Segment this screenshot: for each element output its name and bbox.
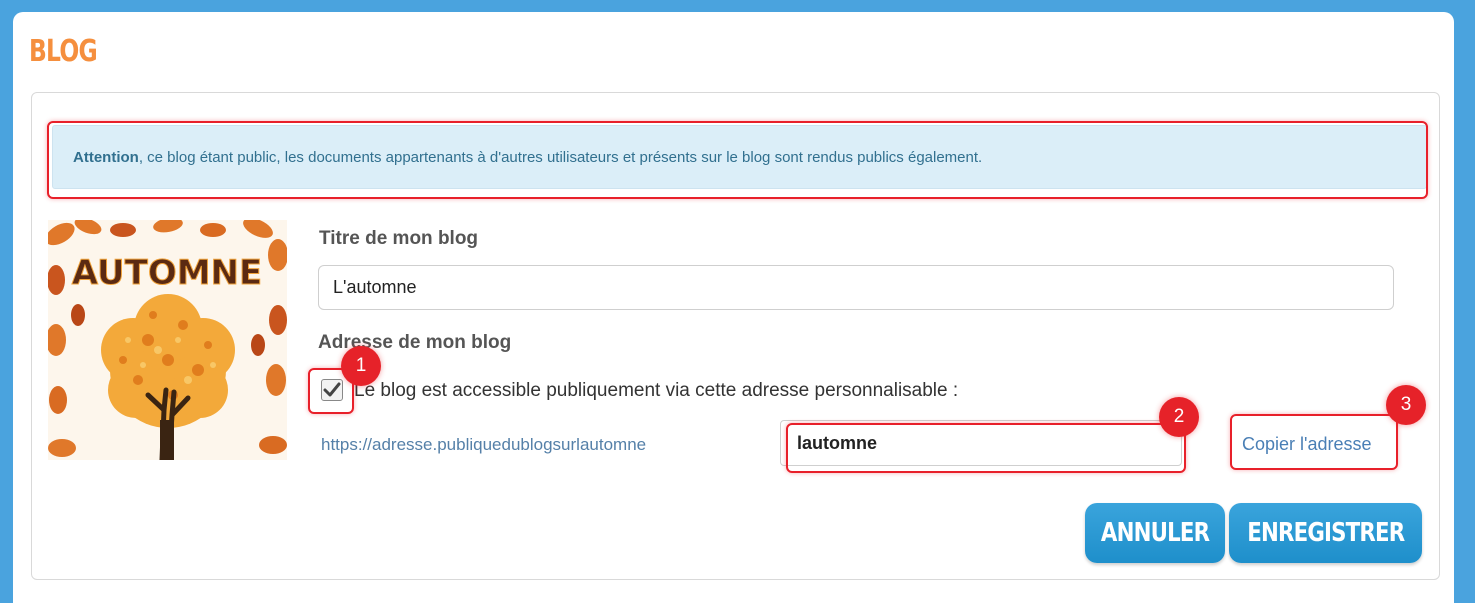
annotation-badge-3: 3 — [1386, 385, 1426, 425]
annotation-badge-1: 1 — [341, 346, 381, 386]
title-label: Titre de mon blog — [319, 228, 479, 249]
blog-settings-card: Attention, ce blog étant public, les doc… — [31, 92, 1440, 580]
highlight-copy — [1230, 414, 1398, 470]
autumn-tree-image: AUTOMNE — [48, 220, 287, 460]
highlight-alert — [47, 121, 1428, 199]
save-button[interactable]: ENREGISTRER — [1229, 503, 1422, 563]
page-title: BLOG — [29, 34, 98, 69]
thumbnail-word: AUTOMNE — [72, 253, 263, 293]
cancel-button[interactable]: ANNULER — [1085, 503, 1225, 563]
blog-url-prefix: https://adresse.publiquedublogsurlautomn… — [321, 435, 647, 454]
public-checkbox-label: Le blog est accessible publiquement via … — [354, 380, 959, 401]
cancel-button-label: ANNULER — [1100, 518, 1210, 548]
blog-title-input[interactable]: L'automne — [318, 265, 1394, 310]
annotation-badge-2: 2 — [1159, 397, 1199, 437]
highlight-slug — [786, 423, 1186, 473]
blog-panel: BLOG Attention, ce blog étant public, le… — [13, 12, 1454, 603]
save-button-label: ENREGISTRER — [1246, 518, 1405, 548]
blog-thumbnail[interactable]: AUTOMNE — [48, 220, 287, 460]
